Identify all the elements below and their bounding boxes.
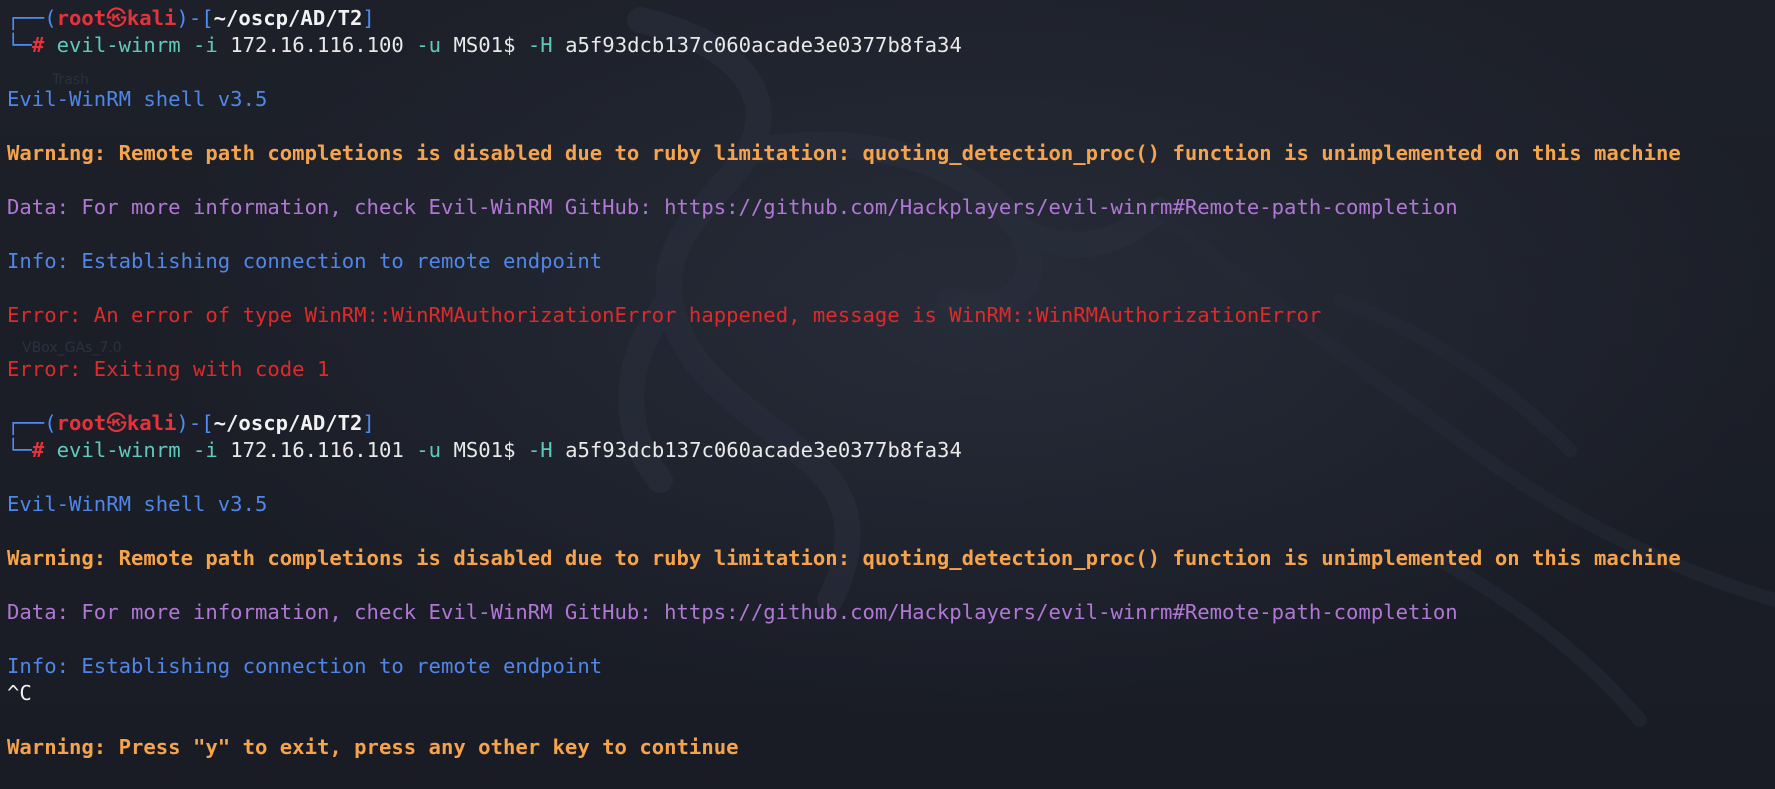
skull-icon: ㉿ xyxy=(106,411,127,435)
prompt-host: kali xyxy=(126,411,177,435)
prompt-frame: )-[ xyxy=(176,411,214,435)
prompt-host: kali xyxy=(126,6,177,30)
command-binary: evil-winrm xyxy=(56,438,181,462)
command-flag: -i xyxy=(193,438,218,462)
command-flag: -i xyxy=(193,33,218,57)
prompt-frame: ┌──( xyxy=(7,6,57,30)
info-line: Info: Establishing connection to remote … xyxy=(7,249,603,273)
data-line: Data: For more information, check Evil-W… xyxy=(7,600,1458,624)
command-user: MS01$ xyxy=(453,438,516,462)
banner-line: Evil-WinRM shell v3.5 xyxy=(7,87,268,111)
terminal-output[interactable]: ┌──(root㉿kali)-[~/oscp/AD/T2] └─# evil-w… xyxy=(7,5,1775,789)
command-line: └─# evil-winrm -i 172.16.116.100 -u MS01… xyxy=(7,32,962,58)
prompt-user: root xyxy=(56,6,107,30)
prompt-frame: └─ xyxy=(7,438,32,462)
command-hash: a5f93dcb137c060acade3e0377b8fa34 xyxy=(565,438,962,462)
prompt-frame: └─ xyxy=(7,33,32,57)
skull-icon: ㉿ xyxy=(106,6,127,30)
prompt-frame: ] xyxy=(362,6,375,30)
command-flag: -u xyxy=(416,33,442,57)
command-flag: -H xyxy=(527,33,553,57)
command-line: └─# evil-winrm -i 172.16.116.101 -u MS01… xyxy=(7,437,962,463)
command-binary: evil-winrm xyxy=(56,33,181,57)
command-ip: 172.16.116.101 xyxy=(230,438,404,462)
prompt-line-top: ┌──(root㉿kali)-[~/oscp/AD/T2] xyxy=(7,5,375,31)
prompt-user: root xyxy=(56,411,107,435)
prompt-path: ~/oscp/AD/T2 xyxy=(213,411,363,435)
command-ip: 172.16.116.100 xyxy=(230,33,404,57)
info-line: Info: Establishing connection to remote … xyxy=(7,654,603,678)
error-line: Error: Exiting with code 1 xyxy=(7,357,330,381)
command-hash: a5f93dcb137c060acade3e0377b8fa34 xyxy=(565,33,962,57)
prompt-line-top: ┌──(root㉿kali)-[~/oscp/AD/T2] xyxy=(7,410,375,436)
warning-line: Warning: Remote path completions is disa… xyxy=(7,546,1681,570)
interrupt-line: ^C xyxy=(7,681,32,705)
banner-line: Evil-WinRM shell v3.5 xyxy=(7,492,268,516)
data-line: Data: For more information, check Evil-W… xyxy=(7,195,1458,219)
warning-line: Warning: Remote path completions is disa… xyxy=(7,141,1681,165)
prompt-frame: )-[ xyxy=(176,6,214,30)
exit-prompt-line: Warning: Press "y" to exit, press any ot… xyxy=(7,735,739,759)
command-user: MS01$ xyxy=(453,33,516,57)
prompt-frame: ] xyxy=(362,411,375,435)
prompt-hash: # xyxy=(31,33,45,57)
prompt-hash: # xyxy=(31,438,45,462)
prompt-frame: ┌──( xyxy=(7,411,57,435)
command-flag: -u xyxy=(416,438,442,462)
error-line: Error: An error of type WinRM::WinRMAuth… xyxy=(7,303,1322,327)
command-flag: -H xyxy=(527,438,553,462)
prompt-path: ~/oscp/AD/T2 xyxy=(213,6,363,30)
